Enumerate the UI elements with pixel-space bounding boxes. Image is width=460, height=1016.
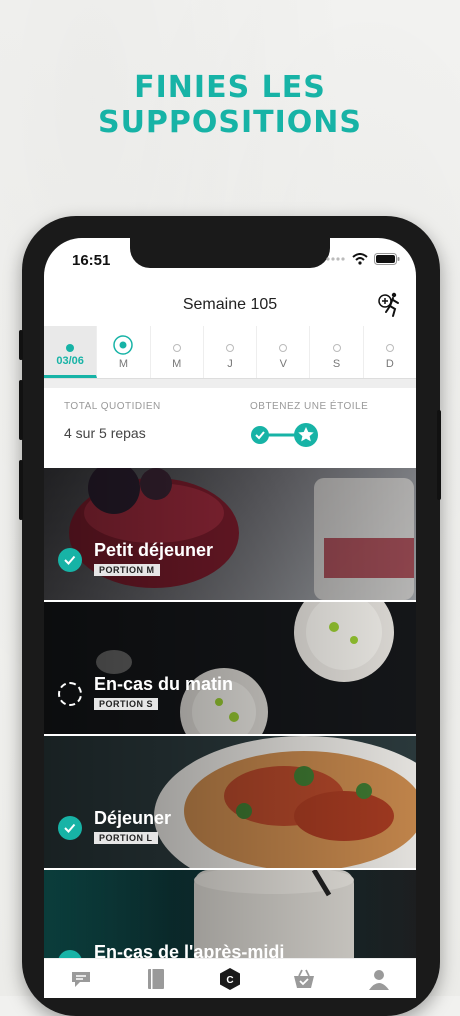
wifi-icon — [352, 253, 368, 265]
portion-badge: PORTION M — [94, 564, 160, 576]
notch — [130, 238, 330, 268]
meal-title: En-cas du matin — [94, 674, 234, 694]
meal-shade — [44, 736, 416, 868]
day-ring-icon — [113, 335, 134, 355]
star-progress — [251, 423, 318, 447]
book-icon — [147, 969, 164, 989]
tab-bar: C — [44, 958, 416, 998]
meal-check-icon[interactable] — [58, 816, 82, 840]
status-icons — [326, 253, 400, 265]
logo-letter: C — [226, 975, 233, 986]
tab-recipes[interactable] — [136, 962, 176, 996]
day-label: 03/06 — [56, 355, 84, 367]
star-label: OBTENEZ UNE ÉTOILE — [250, 401, 369, 412]
portion-badge: PORTION S — [94, 698, 159, 710]
day-label: M — [172, 358, 182, 370]
tab-chat[interactable] — [61, 962, 101, 996]
portion-badge: PORTION L — [94, 832, 158, 844]
tab-home[interactable]: C — [210, 962, 250, 996]
day-label: V — [279, 358, 287, 370]
phone-volume-down-button — [19, 460, 23, 520]
chat-icon — [72, 972, 91, 987]
tab-shopping[interactable] — [284, 962, 324, 996]
day-dot-icon — [332, 344, 341, 352]
day-label: J — [227, 358, 233, 370]
meal-card-morning-snack[interactable]: En-cas du matin PORTION S — [44, 602, 416, 734]
meal-shade — [44, 602, 416, 734]
day-label: S — [332, 358, 341, 370]
total-value: 4 sur 5 repas — [64, 425, 146, 441]
meal-check-icon[interactable] — [58, 548, 82, 572]
week-title: Semaine 105 — [182, 296, 278, 313]
header: Semaine 105 — [44, 288, 416, 324]
meal-shade — [44, 468, 416, 600]
signal-icon — [326, 257, 345, 261]
day-label: M — [118, 358, 128, 370]
day-dot-icon — [279, 344, 288, 352]
day-tab-3[interactable]: J — [204, 326, 258, 378]
meal-title: Petit déjeuner — [94, 540, 214, 560]
day-label: D — [385, 358, 394, 370]
phone-power-button — [437, 410, 441, 500]
day-tab-2[interactable]: M — [151, 326, 204, 378]
profile-icon — [368, 970, 389, 990]
meal-title: Déjeuner — [94, 808, 172, 828]
phone-mute-button — [19, 330, 23, 360]
day-dot-icon — [172, 344, 181, 352]
day-selector: 03/06 M M J V S D — [44, 326, 416, 379]
total-label: TOTAL QUOTIDIEN — [64, 401, 161, 412]
phone-volume-up-button — [19, 380, 23, 440]
meal-card-lunch[interactable]: Déjeuner PORTION L — [44, 736, 416, 868]
meal-card-breakfast[interactable]: Petit déjeuner PORTION M — [44, 468, 416, 600]
logo-icon: C — [219, 968, 240, 990]
headline: FINIES LES SUPPOSITIONS — [97, 70, 363, 140]
day-tab-1[interactable]: M — [97, 326, 151, 378]
day-tab-0[interactable]: 03/06 — [44, 326, 98, 378]
battery-icon — [374, 253, 400, 265]
daily-summary: TOTAL QUOTIDIEN 4 sur 5 repas OBTENEZ UN… — [44, 388, 416, 468]
day-tab-6[interactable]: D — [364, 326, 416, 378]
runner-icon[interactable] — [376, 290, 402, 318]
day-dot-icon — [225, 344, 234, 352]
meal-pending-icon[interactable] — [58, 682, 82, 706]
tab-profile[interactable] — [359, 962, 399, 996]
day-tab-5[interactable]: S — [310, 326, 364, 378]
day-dot-icon — [385, 344, 394, 352]
day-tab-4[interactable]: V — [257, 326, 311, 378]
progress-check-icon — [251, 426, 269, 444]
day-dot-icon — [66, 344, 75, 352]
status-time: 16:51 — [72, 252, 111, 269]
app-screen: 16:51 Semaine 105 03/06 M M J V S D TOTA… — [44, 238, 416, 998]
basket-icon — [294, 969, 315, 988]
